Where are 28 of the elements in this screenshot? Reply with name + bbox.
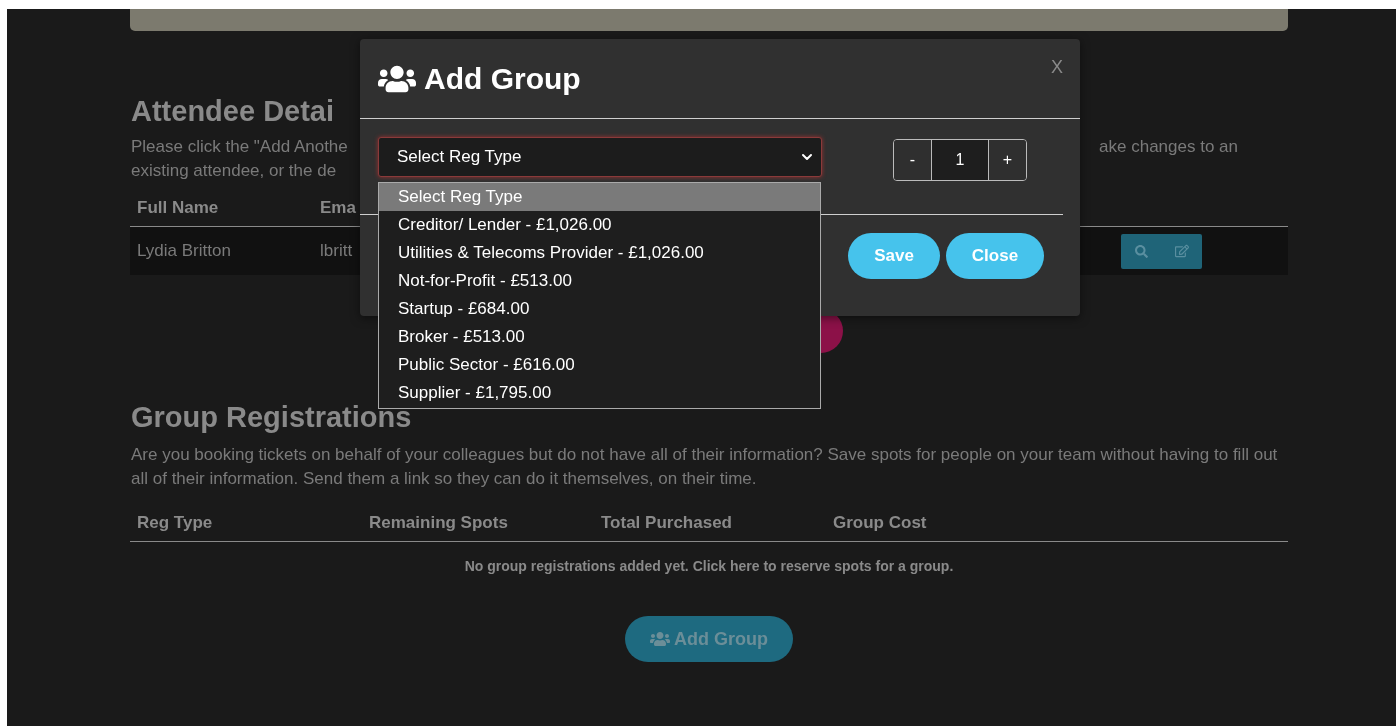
paragraph-text: existing attendee, or the de bbox=[131, 161, 337, 181]
dropdown-option[interactable]: Utilities & Telecoms Provider - £1,026.00 bbox=[379, 239, 820, 267]
column-header: Group Cost bbox=[832, 513, 928, 533]
edit-icon[interactable] bbox=[1174, 244, 1189, 258]
dropdown-option[interactable]: Public Sector - £616.00 bbox=[379, 351, 820, 379]
table-cell-text: lbritt bbox=[319, 241, 353, 261]
users-icon bbox=[650, 629, 670, 649]
paragraph-text: ake changes to an bbox=[1099, 137, 1238, 157]
dropdown-option[interactable]: Not-for-Profit - £513.00 bbox=[379, 267, 820, 295]
table-cell-text: Lydia Britton bbox=[136, 241, 232, 261]
search-icon[interactable] bbox=[1134, 244, 1148, 258]
modal-title: Add Group bbox=[378, 59, 581, 98]
empty-message[interactable]: No group registrations added yet. Click here to reserve spots for a group. bbox=[130, 558, 1288, 574]
dropdown-option[interactable]: Broker - £513.00 bbox=[379, 323, 820, 351]
dropdown-option[interactable]: Select Reg Type bbox=[379, 183, 820, 211]
reg-type-select[interactable]: Select Reg Type bbox=[378, 137, 822, 177]
section-description: Are you booking tickets on behalf of your colleagues but do not have all of their information? Save spots for people on your team without having to fill out all of their information. Send them a link so they can do it themselves, on their time. bbox=[131, 444, 1279, 490]
column-header: Ema bbox=[319, 198, 357, 218]
section-heading: Attendee Detai bbox=[131, 94, 335, 129]
column-header: Full Name bbox=[136, 198, 220, 218]
dropdown-option[interactable]: Creditor/ Lender - £1,026.00 bbox=[379, 211, 820, 239]
quantity-field[interactable]: 1 bbox=[931, 140, 989, 180]
dropdown-option[interactable]: Startup - £684.00 bbox=[379, 295, 820, 323]
close-button[interactable]: X bbox=[1051, 57, 1063, 78]
column-header: Remaining Spots bbox=[368, 513, 509, 533]
column-header: Reg Type bbox=[136, 513, 214, 533]
column-header: Total Purchased bbox=[600, 513, 733, 533]
paragraph-text: Please click the "Add Anothe bbox=[131, 137, 348, 157]
